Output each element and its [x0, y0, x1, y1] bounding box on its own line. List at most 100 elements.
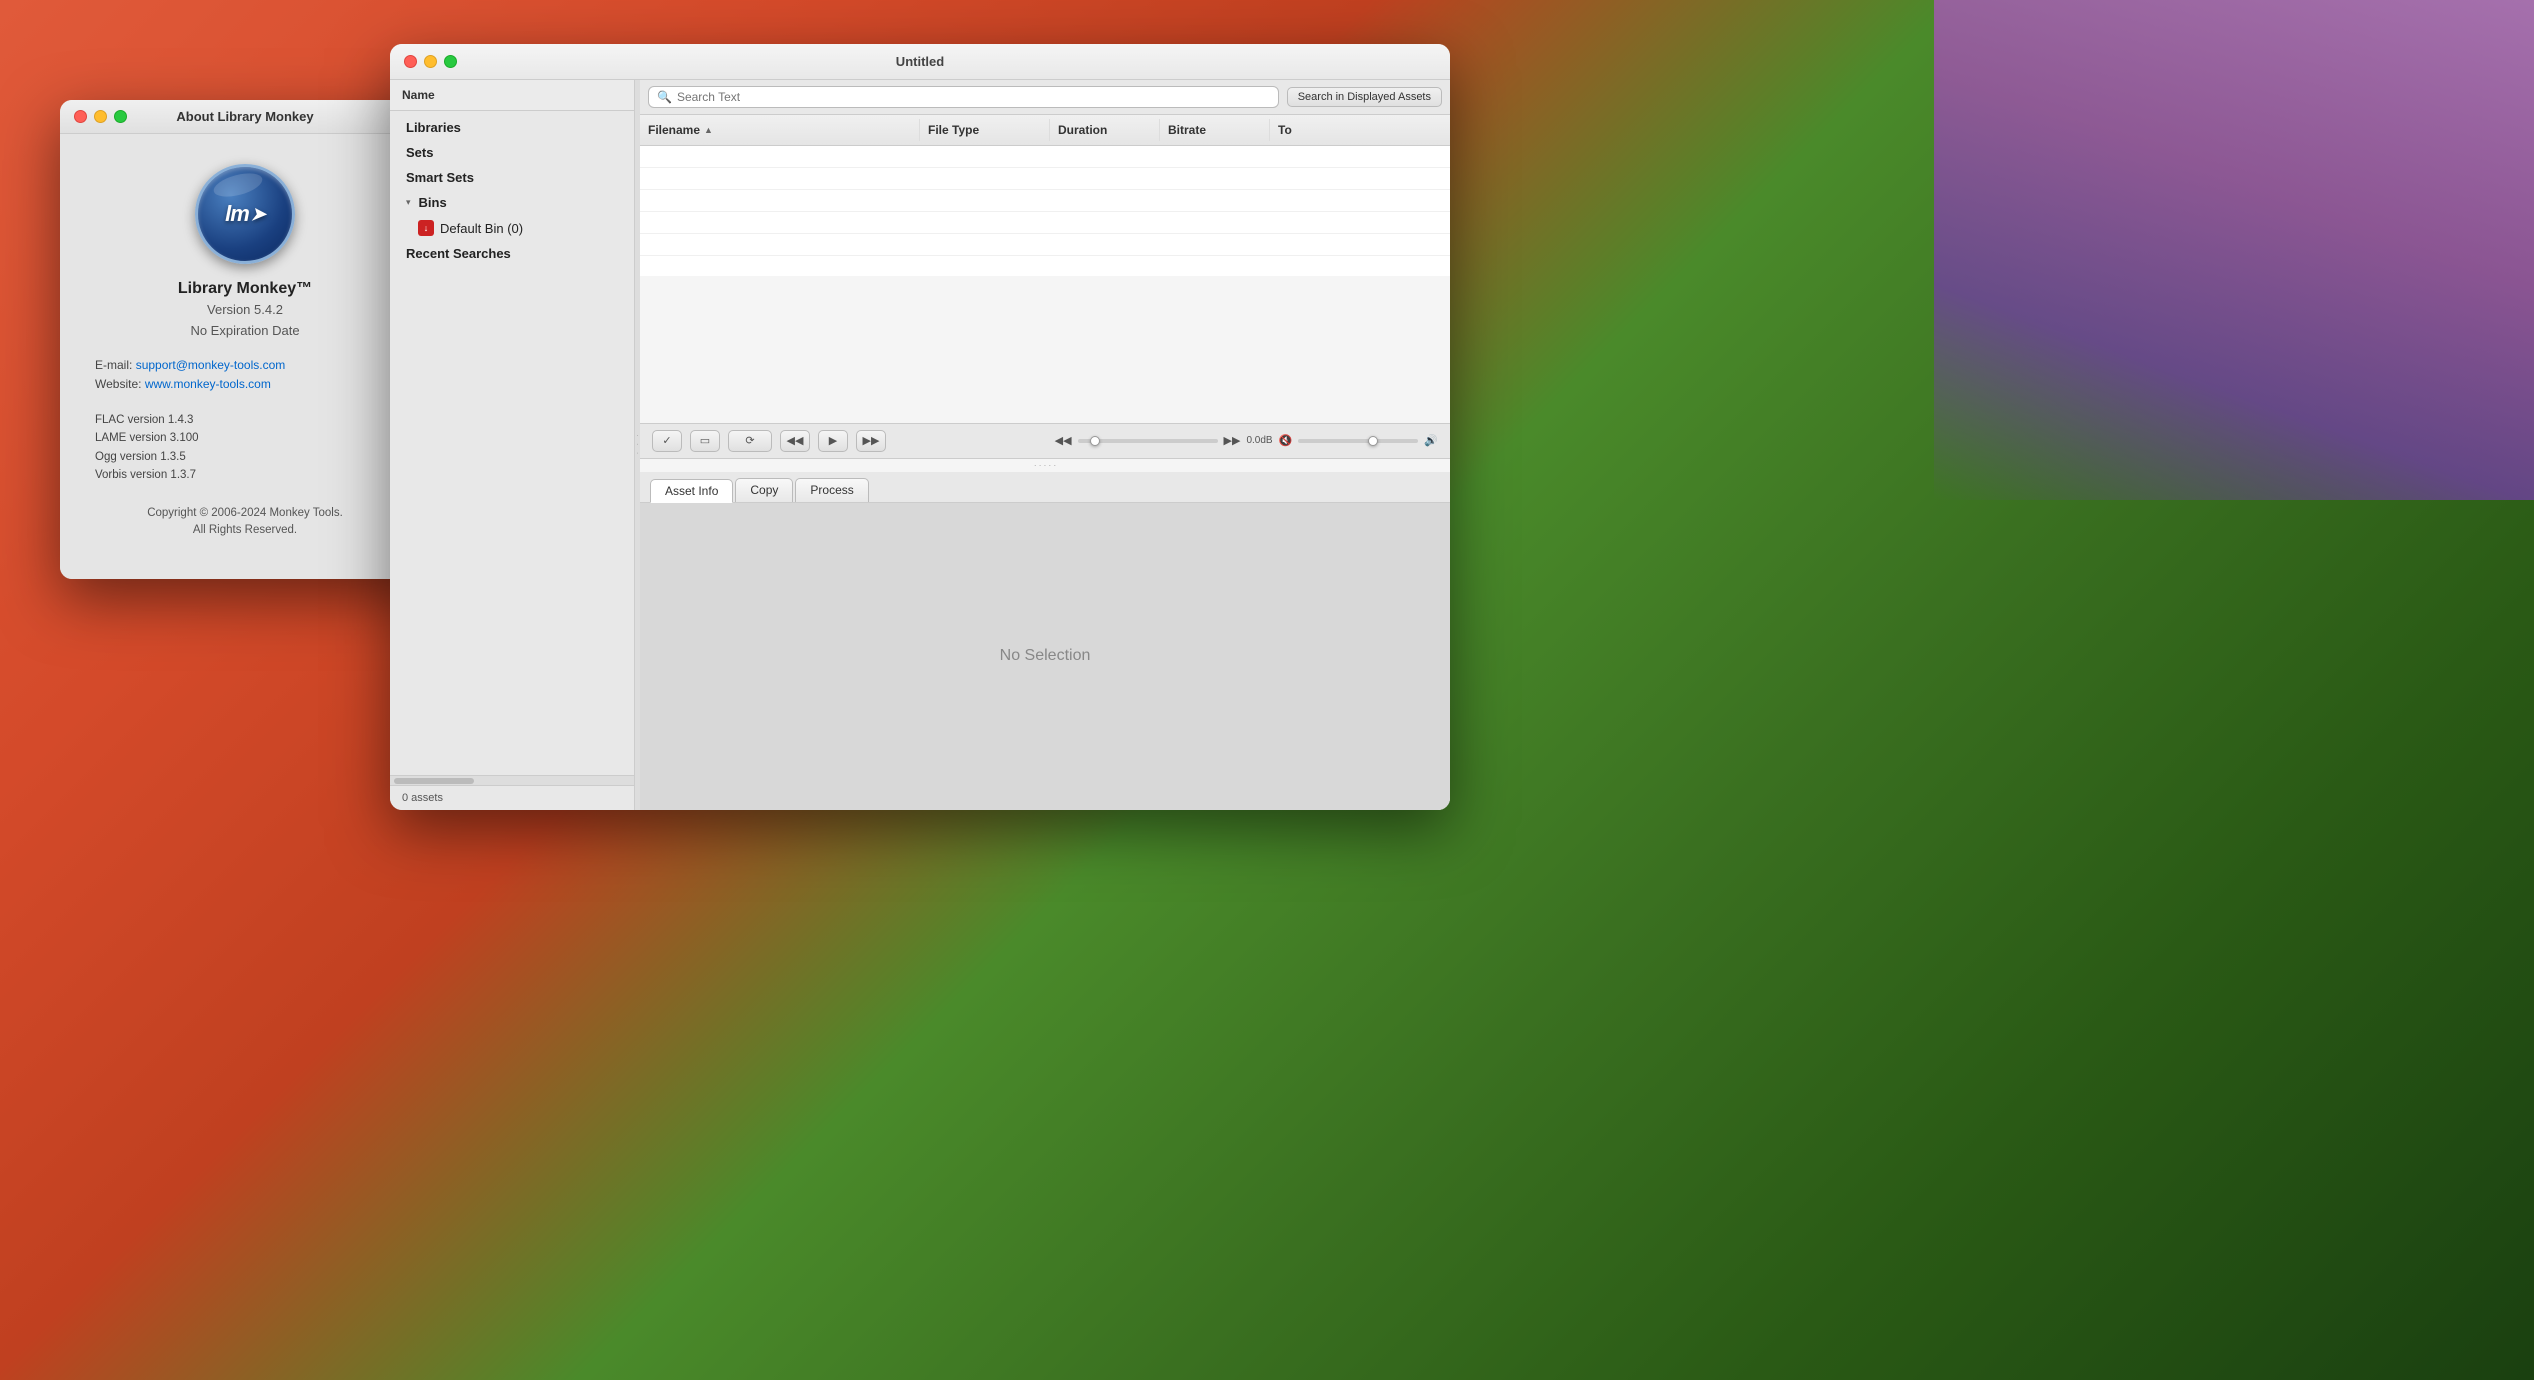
sidebar-items: Libraries Sets Smart Sets ▾ Bins ↓ Defau…	[390, 111, 634, 775]
forward-button[interactable]: ▶▶	[856, 430, 886, 452]
search-input[interactable]	[677, 90, 1270, 104]
no-selection-panel: No Selection	[640, 503, 1450, 811]
play-button[interactable]: ▶	[818, 430, 848, 452]
tab-copy[interactable]: Copy	[735, 478, 793, 502]
about-window: About Library Monkey lm ➤ Library Monkey…	[60, 100, 430, 579]
rewind-icon: ◀◀	[787, 434, 804, 447]
screen-button[interactable]: ▭	[690, 430, 720, 452]
th-filetype-label: File Type	[928, 123, 979, 137]
main-maximize-button[interactable]	[444, 55, 457, 68]
volume-high-icon: 🔊	[1424, 434, 1438, 447]
maximize-button[interactable]	[114, 110, 127, 123]
rewind-button[interactable]: ◀◀	[780, 430, 810, 452]
volume-slider[interactable]	[1298, 439, 1418, 443]
app-logo: lm ➤	[195, 164, 295, 264]
check-button[interactable]: ✓	[652, 430, 682, 452]
main-close-button[interactable]	[404, 55, 417, 68]
th-filetype[interactable]: File Type	[920, 119, 1050, 141]
minimize-button[interactable]	[94, 110, 107, 123]
bin-download-icon: ↓	[418, 220, 434, 236]
table-row	[640, 234, 1450, 256]
email-link[interactable]: support@monkey-tools.com	[136, 358, 286, 372]
copyright-line2: All Rights Reserved.	[95, 522, 395, 539]
th-duration[interactable]: Duration	[1050, 119, 1160, 141]
panel-tabs: Asset Info Copy Process	[640, 472, 1450, 503]
th-extra-label: To	[1278, 123, 1292, 137]
sidebar-item-recent-searches[interactable]: Recent Searches	[390, 241, 634, 266]
sidebar: Name Libraries Sets Smart Sets ▾ Bins ↓ …	[390, 80, 635, 810]
volume-thumb[interactable]	[1368, 436, 1378, 446]
app-version: Version 5.4.2	[80, 302, 410, 317]
table-rows[interactable]	[640, 146, 1450, 276]
lib-ogg: Ogg version 1.3.5	[95, 448, 395, 466]
search-in-assets-button[interactable]: Search in Displayed Assets	[1287, 87, 1442, 107]
sidebar-item-libraries[interactable]: Libraries	[390, 115, 634, 140]
copyright-line1: Copyright © 2006-2024 Monkey Tools.	[95, 505, 395, 522]
lib-vorbis: Vorbis version 1.3.7	[95, 466, 395, 484]
tab-process[interactable]: Process	[795, 478, 868, 502]
sets-label: Sets	[406, 145, 433, 160]
status-bar: 0 assets	[390, 785, 634, 810]
search-input-wrap: 🔍	[648, 86, 1279, 108]
lib-lame: LAME version 3.100	[95, 429, 395, 447]
logo-circle: lm ➤	[195, 164, 295, 264]
search-magnifier-icon: 🔍	[657, 90, 672, 104]
db-label: 0.0dB	[1246, 435, 1272, 446]
smart-sets-label: Smart Sets	[406, 170, 474, 185]
app-name: Library Monkey™	[80, 280, 410, 298]
libs-section: FLAC version 1.4.3 LAME version 3.100 Og…	[80, 396, 410, 495]
main-body: Name Libraries Sets Smart Sets ▾ Bins ↓ …	[390, 80, 1450, 810]
transport-bar: ✓ ▭ ⟳ ◀◀ ▶ ▶▶ ◀◀	[640, 424, 1450, 459]
main-window-title: Untitled	[896, 54, 944, 69]
asset-table: Filename ▲ File Type Duration Bitrate To	[640, 115, 1450, 424]
sidebar-item-bins[interactable]: ▾ Bins	[390, 190, 634, 215]
about-title: About Library Monkey	[176, 109, 313, 124]
th-extra[interactable]: To	[1270, 119, 1330, 141]
email-row: E-mail: support@monkey-tools.com	[80, 358, 410, 372]
filename-sort-icon: ▲	[704, 125, 713, 135]
recent-searches-label: Recent Searches	[406, 246, 511, 261]
website-label: Website:	[95, 377, 141, 391]
sidebar-item-sets[interactable]: Sets	[390, 140, 634, 165]
app-expiry: No Expiration Date	[80, 323, 410, 338]
th-bitrate-label: Bitrate	[1168, 123, 1206, 137]
check-icon: ✓	[662, 434, 671, 447]
close-button[interactable]	[74, 110, 87, 123]
lib-flac: FLAC version 1.4.3	[95, 411, 395, 429]
th-bitrate[interactable]: Bitrate	[1160, 119, 1270, 141]
th-duration-label: Duration	[1058, 123, 1107, 137]
logo-lm: lm	[225, 201, 249, 227]
loop-icon: ⟳	[745, 434, 754, 447]
tab-asset-info[interactable]: Asset Info	[650, 479, 733, 503]
seek-thumb[interactable]	[1090, 436, 1100, 446]
logo-arrow-icon: ➤	[251, 204, 265, 225]
table-row	[640, 168, 1450, 190]
th-filename[interactable]: Filename ▲	[640, 119, 920, 141]
loop-button[interactable]: ⟳	[728, 430, 772, 452]
no-selection-text: No Selection	[1000, 647, 1091, 665]
sidebar-scrollbar[interactable]	[390, 775, 634, 785]
table-row	[640, 212, 1450, 234]
vol-skip-fwd-icon: ▶▶	[1224, 434, 1241, 447]
copyright: Copyright © 2006-2024 Monkey Tools. All …	[80, 495, 410, 560]
sidebar-item-smart-sets[interactable]: Smart Sets	[390, 165, 634, 190]
play-icon: ▶	[829, 434, 837, 447]
bins-disclosure-icon: ▾	[406, 197, 411, 208]
vol-skip-back-icon: ◀◀	[1055, 434, 1072, 447]
default-bin-label: Default Bin (0)	[440, 221, 523, 236]
website-link[interactable]: www.monkey-tools.com	[145, 377, 271, 391]
seek-slider[interactable]	[1078, 439, 1218, 443]
table-row	[640, 146, 1450, 168]
volume-low-icon: 🔇	[1279, 434, 1293, 447]
resize-handle[interactable]: · · · · ·	[640, 459, 1450, 472]
sidebar-scrollbar-thumb[interactable]	[394, 778, 474, 784]
sidebar-item-default-bin[interactable]: ↓ Default Bin (0)	[390, 215, 634, 241]
table-header: Filename ▲ File Type Duration Bitrate To	[640, 115, 1450, 146]
main-minimize-button[interactable]	[424, 55, 437, 68]
bins-label: Bins	[419, 195, 447, 210]
table-row	[640, 190, 1450, 212]
about-titlebar: About Library Monkey	[60, 100, 430, 134]
main-titlebar: Untitled	[390, 44, 1450, 80]
search-bar: 🔍 Search in Displayed Assets	[640, 80, 1450, 115]
libraries-label: Libraries	[406, 120, 461, 135]
